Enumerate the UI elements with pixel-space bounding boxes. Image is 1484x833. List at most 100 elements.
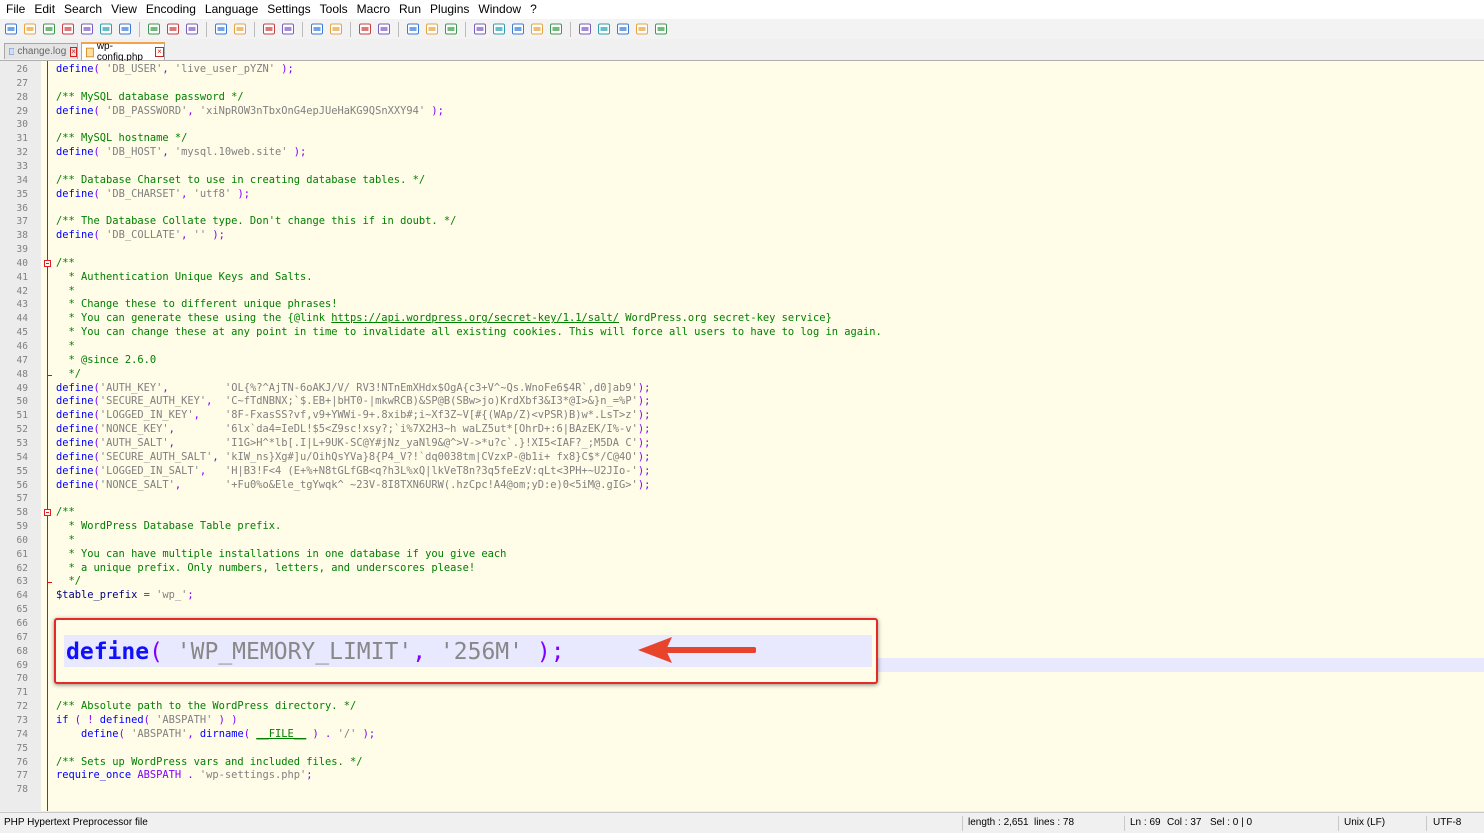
code-token: define bbox=[56, 464, 94, 477]
tab-wp-config[interactable]: wp-config.php × bbox=[81, 41, 165, 63]
menu-view[interactable]: View bbox=[108, 0, 140, 19]
copy-icon[interactable] bbox=[165, 22, 181, 37]
line-number: 66 bbox=[16, 618, 28, 629]
code-token: * bbox=[56, 533, 75, 546]
word-wrap-icon[interactable] bbox=[405, 22, 421, 37]
code-line: * You can generate these using the {@lin… bbox=[56, 312, 832, 326]
status-ln: Ln : 69 bbox=[1130, 817, 1161, 828]
code-token: 'NONCE_SALT' bbox=[99, 478, 175, 491]
menu-run[interactable]: Run bbox=[396, 0, 424, 19]
user-language-icon[interactable] bbox=[472, 22, 488, 37]
redo-icon[interactable] bbox=[232, 22, 248, 37]
code-line: $table_prefix = 'wp_'; bbox=[56, 589, 194, 603]
code-token: ); bbox=[356, 727, 376, 740]
code-token: 'ABSPATH' bbox=[156, 713, 213, 726]
callout-code: define( 'WP_MEMORY_LIMIT', '256M' ); bbox=[66, 639, 565, 665]
monitor-icon[interactable] bbox=[548, 22, 564, 37]
code-token: ( ! bbox=[68, 713, 100, 726]
line-number: 64 bbox=[16, 590, 28, 602]
line-number: 31 bbox=[16, 133, 28, 145]
code-token: , bbox=[181, 187, 194, 200]
code-line: /** Absolute path to the WordPress direc… bbox=[56, 700, 356, 714]
code-line: define( 'DB_USER', 'live_user_pYZN' ); bbox=[56, 63, 294, 77]
close-icon[interactable] bbox=[79, 22, 95, 37]
code-editor[interactable]: 26 27 28 29 30 31 32 33 34 35 36 37 38 39 40 41 42 43 44 45… bbox=[0, 61, 1484, 811]
show-all-chars-icon[interactable] bbox=[424, 22, 440, 37]
sync-horizontal-icon[interactable] bbox=[376, 22, 392, 37]
callout-arg2: '256M' bbox=[439, 639, 523, 665]
line-number: 61 bbox=[16, 548, 28, 560]
code-line: /** Database Charset to use in creating … bbox=[56, 174, 425, 188]
line-number: 32 bbox=[16, 147, 28, 159]
open-file-icon[interactable] bbox=[22, 22, 38, 37]
line-number: 47 bbox=[16, 354, 28, 366]
stop-record-icon[interactable] bbox=[596, 22, 612, 37]
sync-vertical-icon[interactable] bbox=[357, 22, 373, 37]
save-macro-icon[interactable] bbox=[653, 22, 669, 37]
callout-open-paren: ( bbox=[149, 639, 177, 665]
close-tab-icon[interactable]: × bbox=[155, 47, 164, 57]
menu-plugins[interactable]: Plugins bbox=[427, 0, 472, 19]
fold-toggle-icon[interactable] bbox=[44, 259, 51, 267]
line-number: 27 bbox=[16, 77, 28, 89]
tab-change-log[interactable]: change.log × bbox=[4, 43, 78, 59]
code-token: 'DB_PASSWORD' bbox=[106, 104, 188, 117]
play-macro-icon[interactable] bbox=[615, 22, 631, 37]
indent-guide-icon[interactable] bbox=[443, 22, 459, 37]
menu-file[interactable]: File bbox=[3, 0, 28, 19]
code-token: /** Sets up WordPress vars and included … bbox=[56, 755, 363, 768]
code-token: ( bbox=[243, 727, 257, 740]
line-number: 60 bbox=[16, 534, 28, 546]
code-token: ); bbox=[206, 229, 225, 242]
doc-map-icon[interactable] bbox=[491, 22, 507, 37]
replace-icon[interactable] bbox=[280, 22, 296, 37]
save-icon[interactable] bbox=[41, 22, 57, 37]
menu-settings[interactable]: Settings bbox=[264, 0, 313, 19]
code-token: /** The Database Collate type. Don't cha… bbox=[56, 215, 457, 228]
status-bar: PHP Hypertext Preprocessor file length :… bbox=[0, 812, 1484, 833]
code-line: /** The Database Collate type. Don't cha… bbox=[56, 215, 456, 229]
cut-icon[interactable] bbox=[146, 22, 162, 37]
zoom-in-icon[interactable] bbox=[309, 22, 325, 37]
menu-window[interactable]: Window bbox=[475, 0, 524, 19]
new-file-icon[interactable] bbox=[3, 22, 19, 37]
menu-encoding[interactable]: Encoding bbox=[143, 0, 199, 19]
line-number: 46 bbox=[16, 341, 28, 352]
line-number: 59 bbox=[16, 521, 28, 533]
arrow-left-icon bbox=[638, 637, 756, 663]
fold-toggle-icon[interactable] bbox=[44, 509, 51, 517]
code-token: ( bbox=[93, 229, 107, 242]
find-icon[interactable] bbox=[261, 22, 277, 37]
folder-workspace-icon[interactable] bbox=[529, 22, 545, 37]
menu-macro[interactable]: Macro bbox=[354, 0, 393, 19]
undo-icon[interactable] bbox=[213, 22, 229, 37]
status-encoding: UTF-8 bbox=[1433, 817, 1462, 828]
print-icon[interactable] bbox=[117, 22, 133, 37]
line-number: 73 bbox=[16, 714, 28, 726]
close-all-icon[interactable] bbox=[98, 22, 114, 37]
code-token: 'kIW_ns}Xg#]u/OihQsYVa}8{P4_V?!`dq0038tm… bbox=[224, 450, 638, 463]
save-all-icon[interactable] bbox=[60, 22, 76, 37]
code-token: '' bbox=[193, 229, 207, 242]
code-line: * bbox=[56, 340, 75, 354]
code-token: ); bbox=[637, 450, 651, 463]
code-token: ABSPATH . bbox=[131, 769, 200, 782]
close-tab-icon[interactable]: × bbox=[70, 46, 77, 57]
code-token: ); bbox=[637, 409, 651, 422]
line-number: 62 bbox=[16, 562, 28, 574]
paste-icon[interactable] bbox=[184, 22, 200, 37]
function-list-icon[interactable] bbox=[510, 22, 526, 37]
menu-help[interactable]: ? bbox=[527, 0, 540, 19]
play-multiple-icon[interactable] bbox=[634, 22, 650, 37]
code-token: , bbox=[212, 450, 225, 463]
line-number: 78 bbox=[16, 784, 28, 796]
code-token: WordPress.org secret-key service} bbox=[619, 312, 832, 325]
menu-language[interactable]: Language bbox=[202, 0, 261, 19]
zoom-out-icon[interactable] bbox=[328, 22, 344, 37]
line-number: 69 bbox=[16, 659, 28, 671]
code-token: define bbox=[56, 436, 94, 449]
menu-edit[interactable]: Edit bbox=[31, 0, 58, 19]
record-macro-icon[interactable] bbox=[577, 22, 593, 37]
menu-tools[interactable]: Tools bbox=[317, 0, 351, 19]
menu-search[interactable]: Search bbox=[61, 0, 105, 19]
